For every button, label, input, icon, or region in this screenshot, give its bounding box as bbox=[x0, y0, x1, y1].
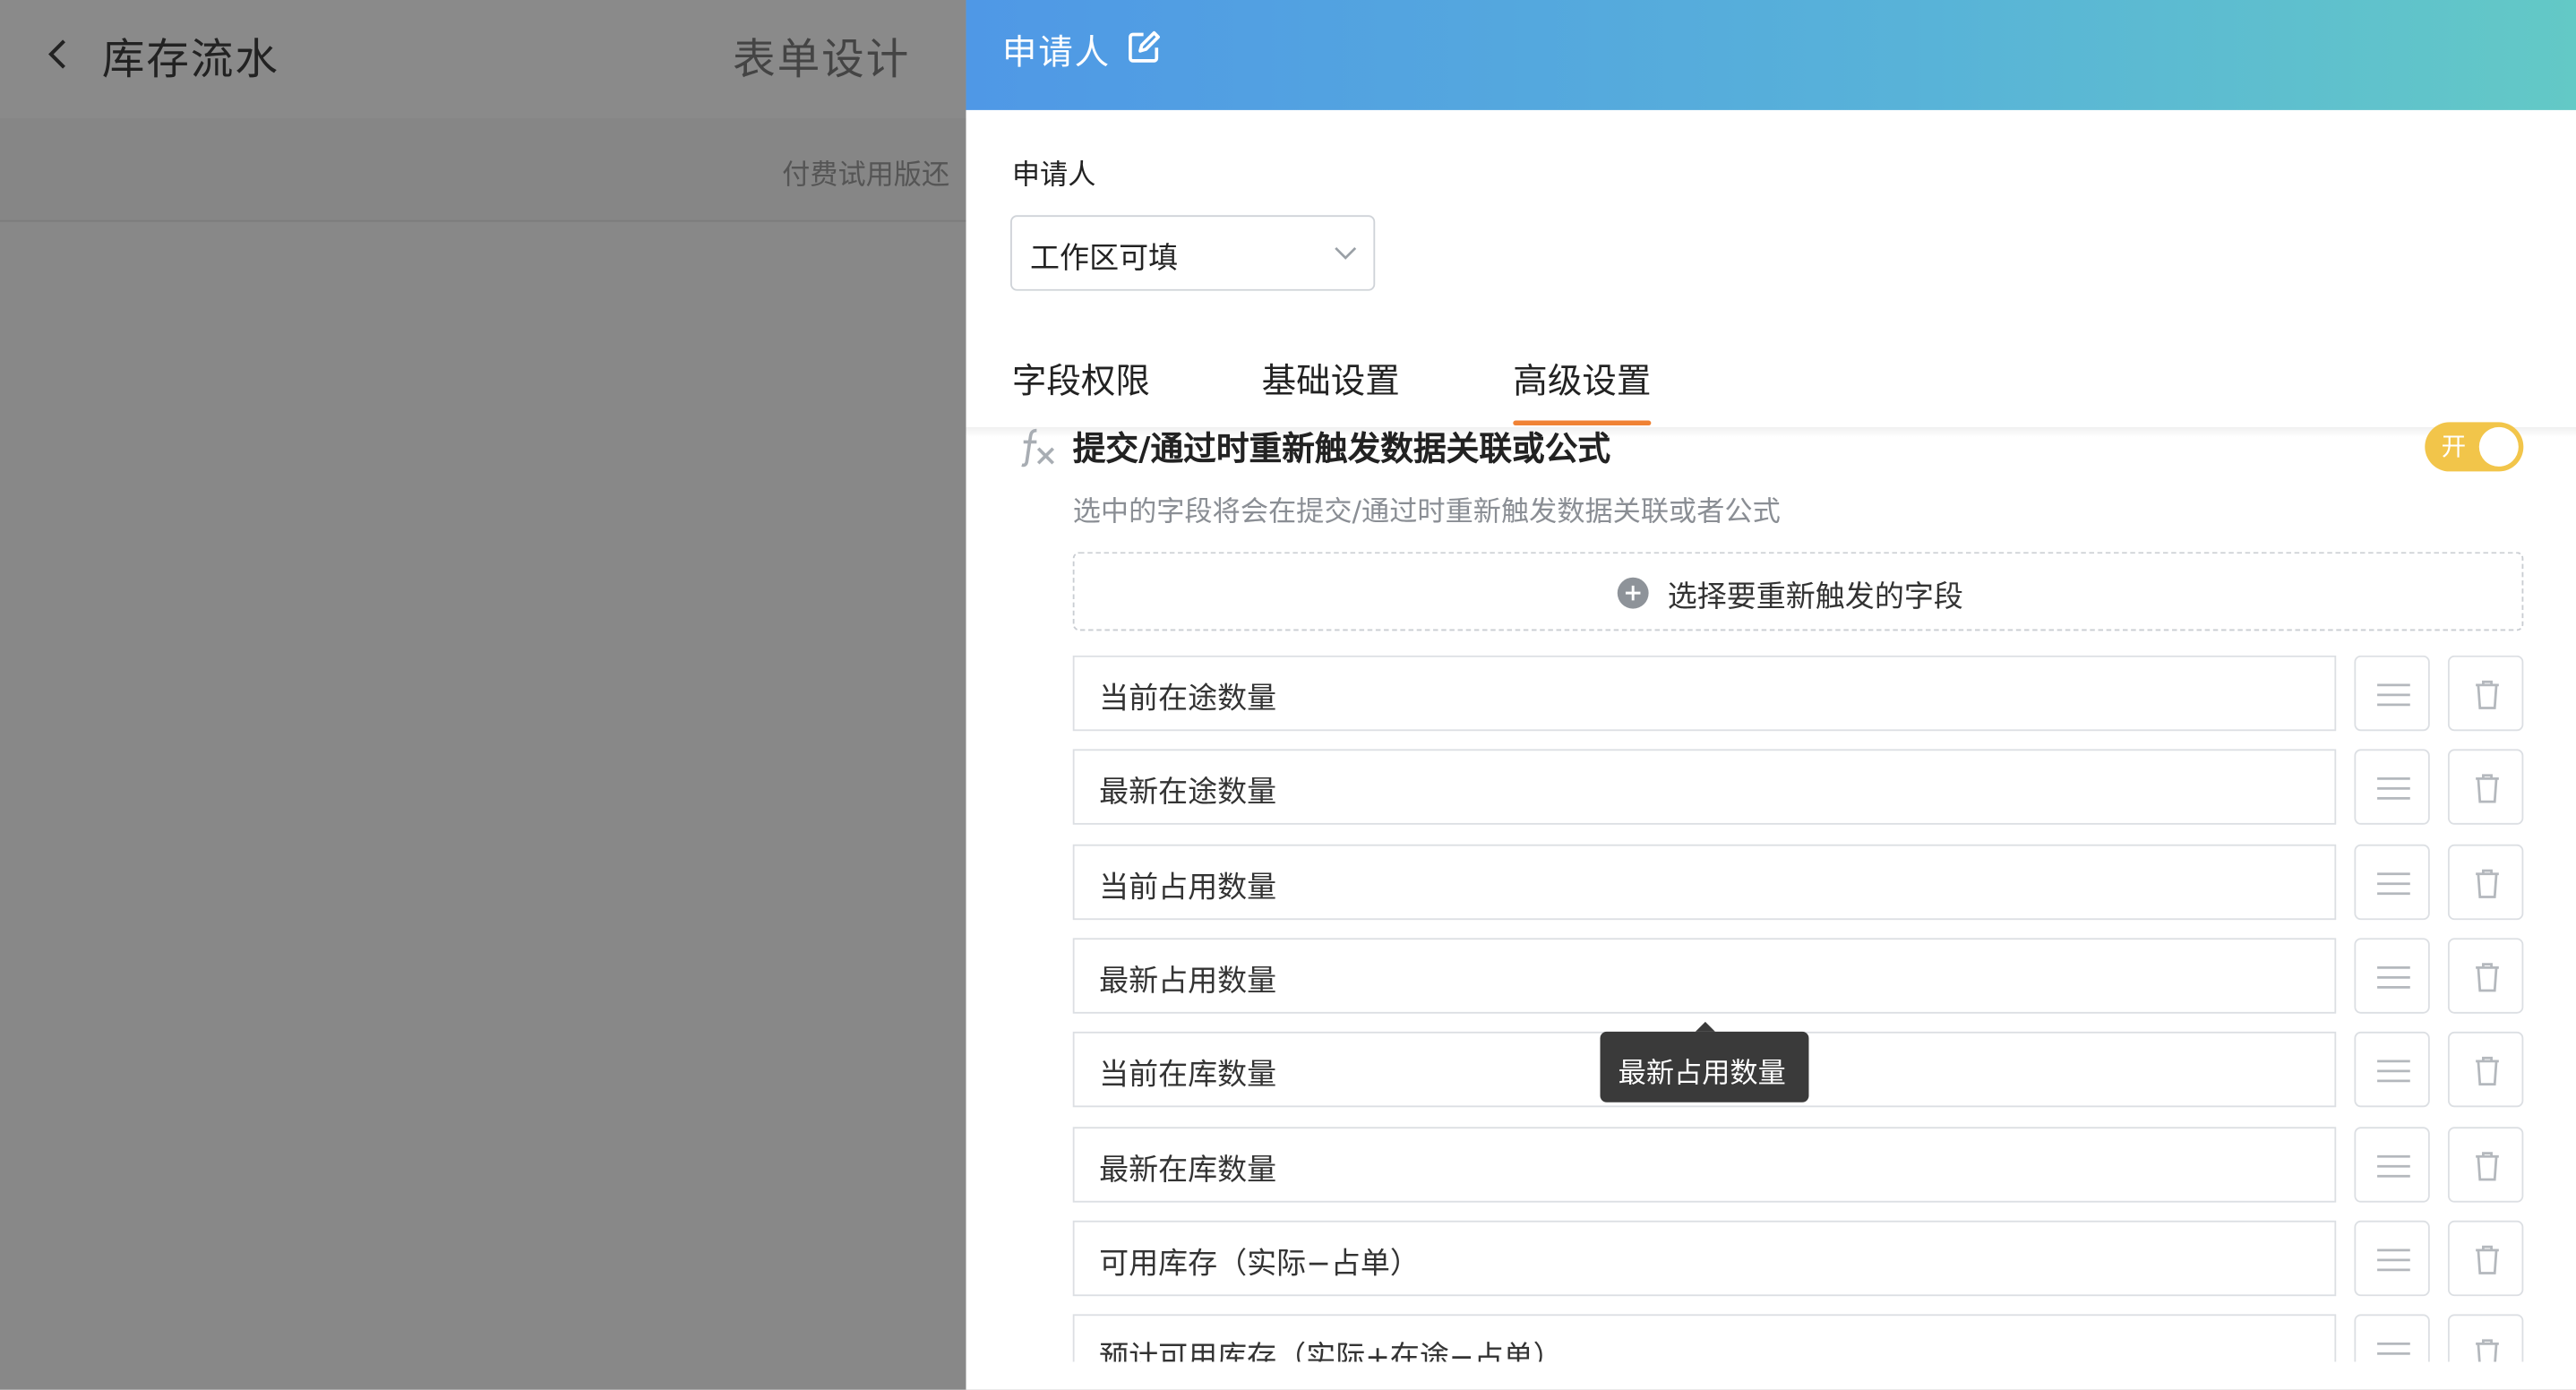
field-row: 最新在库数量 bbox=[966, 1126, 2576, 1202]
drag-handle-button[interactable] bbox=[2354, 1126, 2430, 1202]
field-item[interactable]: 最新占用数量 bbox=[1072, 938, 2337, 1014]
delete-field-button[interactable] bbox=[2447, 1126, 2524, 1202]
permission-select-value: 工作区可填 bbox=[1030, 241, 1179, 277]
field-item[interactable]: 可用库存（实际−占单） bbox=[1072, 1220, 2337, 1296]
field-row: 当前占用数量 bbox=[966, 844, 2576, 920]
drag-handle-button[interactable] bbox=[2354, 844, 2430, 920]
delete-field-button[interactable] bbox=[2447, 1220, 2524, 1296]
field-item[interactable]: 预计可用库存（实际+在途−占单） bbox=[1072, 1314, 2337, 1362]
field-item-label: 最新占用数量 bbox=[1099, 964, 1277, 999]
delete-field-button[interactable] bbox=[2447, 1032, 2524, 1108]
fx-formula-icon bbox=[1021, 428, 1055, 468]
add-field-label: 选择要重新触发的字段 bbox=[1667, 579, 1963, 614]
drag-handle-button[interactable] bbox=[2354, 749, 2430, 826]
chevron-down-icon bbox=[1335, 246, 1357, 260]
field-item[interactable]: 最新在库数量 bbox=[1072, 1126, 2337, 1202]
retrigger-description: 选中的字段将会在提交/通过时重新触发数据关联或者公式 bbox=[1072, 495, 1781, 529]
delete-field-button[interactable] bbox=[2447, 1314, 2524, 1362]
field-item-label: 当前在库数量 bbox=[1099, 1058, 1277, 1094]
delete-field-button[interactable] bbox=[2447, 844, 2524, 920]
tab-form-design[interactable]: 表单设计 bbox=[733, 26, 910, 87]
field-item[interactable]: 当前在途数量 bbox=[1072, 655, 2337, 732]
drag-handle-button[interactable] bbox=[2354, 938, 2430, 1014]
tooltip-text: 最新占用数量 bbox=[1618, 1058, 1786, 1091]
drag-handle-button[interactable] bbox=[2354, 655, 2430, 732]
field-tooltip: 最新占用数量 bbox=[1600, 1021, 1809, 1103]
field-row: 可用库存（实际−占单） bbox=[966, 1220, 2576, 1296]
field-item-label: 最新在库数量 bbox=[1099, 1152, 1277, 1188]
drawer-title: 申请人 bbox=[1001, 32, 1111, 73]
delete-field-button[interactable] bbox=[2447, 938, 2524, 1014]
drawer-header: 申请人 bbox=[966, 0, 2576, 110]
add-retrigger-field-button[interactable]: 选择要重新触发的字段 bbox=[1072, 552, 2524, 631]
field-row: 最新占用数量 bbox=[966, 938, 2576, 1014]
edit-icon[interactable] bbox=[1125, 30, 1161, 65]
field-row: 预计可用库存（实际+在途−占单） bbox=[966, 1314, 2576, 1362]
permission-select[interactable]: 工作区可填 bbox=[1010, 215, 1376, 291]
field-item-label: 最新在途数量 bbox=[1099, 776, 1277, 811]
trial-banner-text: 付费试用版还 bbox=[782, 159, 950, 193]
field-item-label: 当前在途数量 bbox=[1099, 682, 1277, 716]
field-name-label: 申请人 bbox=[1011, 159, 1096, 193]
toggle-knob bbox=[2478, 426, 2519, 467]
field-settings-drawer: 申请人 申请人 工作区可填 字段权限 基础设置 高级设置 提交/通过时重新触发数… bbox=[966, 0, 2576, 1390]
plus-circle-icon bbox=[1617, 577, 1649, 609]
field-row: 当前在途数量 bbox=[966, 655, 2576, 732]
field-item-label: 可用库存（实际−占单） bbox=[1099, 1246, 1420, 1282]
field-item[interactable]: 最新在途数量 bbox=[1072, 749, 2337, 826]
tab-basic-settings[interactable]: 基础设置 bbox=[1262, 355, 1400, 404]
toggle-on-label: 开 bbox=[2441, 432, 2467, 462]
tab-advanced-settings[interactable]: 高级设置 bbox=[1513, 355, 1651, 404]
settings-tabs: 字段权限 基础设置 高级设置 bbox=[966, 342, 2576, 431]
retrigger-field-list: 当前在途数量 最新在途数量 当前占用数量 最新占用数量 当前在库数量 最新在库数量 可用库存… bbox=[966, 655, 2576, 1362]
field-row: 最新在途数量 bbox=[966, 749, 2576, 826]
delete-field-button[interactable] bbox=[2447, 655, 2524, 732]
field-item-label: 预计可用库存（实际+在途−占单） bbox=[1099, 1340, 1563, 1362]
tooltip-arrow bbox=[1695, 1021, 1715, 1032]
drag-handle-button[interactable] bbox=[2354, 1032, 2430, 1108]
retrigger-option-title: 提交/通过时重新触发数据关联或公式 bbox=[1072, 428, 1611, 468]
back-arrow-icon[interactable] bbox=[39, 30, 75, 79]
retrigger-toggle[interactable]: 开 bbox=[2425, 422, 2524, 472]
delete-field-button[interactable] bbox=[2447, 749, 2524, 826]
drag-handle-button[interactable] bbox=[2354, 1314, 2430, 1362]
field-item-label: 当前占用数量 bbox=[1099, 870, 1277, 905]
field-item[interactable]: 当前占用数量 bbox=[1072, 844, 2337, 920]
drag-handle-button[interactable] bbox=[2354, 1220, 2430, 1296]
page-title: 库存流水 bbox=[101, 36, 279, 86]
tab-field-permission[interactable]: 字段权限 bbox=[1012, 355, 1150, 404]
